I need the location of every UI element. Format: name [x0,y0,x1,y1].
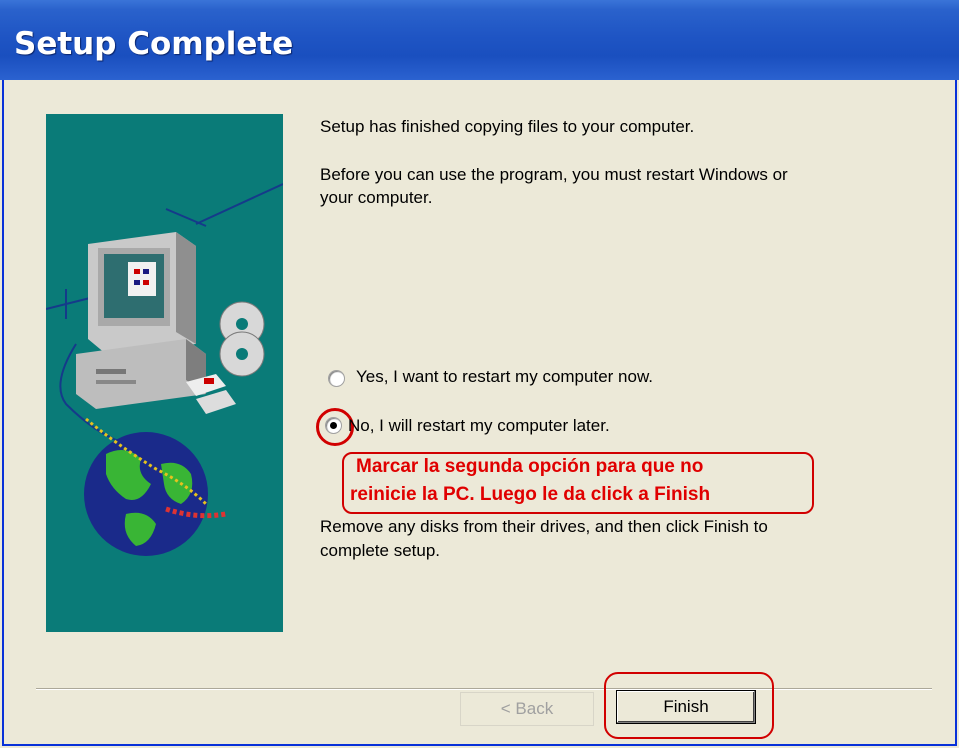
restart-now-label[interactable]: Yes, I want to restart my computer now. [356,366,653,388]
title-bar: Setup Complete [0,0,959,80]
annotation-line1: Marcar la segunda opción para que no [356,456,704,477]
computer-globe-illustration [46,183,283,556]
back-button[interactable]: < Back [460,692,594,726]
footer-line1: Remove any disks from their drives, and … [320,517,768,536]
restart-info-line2: your computer. [320,188,433,207]
footer-line2: complete setup. [320,541,441,560]
restart-now-radio[interactable] [328,370,345,387]
restart-later-radio[interactable] [325,417,342,434]
setup-illustration [46,114,283,632]
setup-window: Setup Complete Setup has finished copyin… [0,0,959,748]
restart-later-label[interactable]: No, I will restart my computer later. [348,415,610,437]
window-title: Setup Complete [14,26,294,62]
annotation-line2: reinicie la PC. Luego le da click a Fini… [350,484,711,505]
restart-info-line1: Before you can use the program, you must… [320,165,788,184]
button-divider [36,688,932,690]
status-text: Setup has finished copying files to your… [320,117,695,136]
finish-button[interactable]: Finish [616,690,756,724]
